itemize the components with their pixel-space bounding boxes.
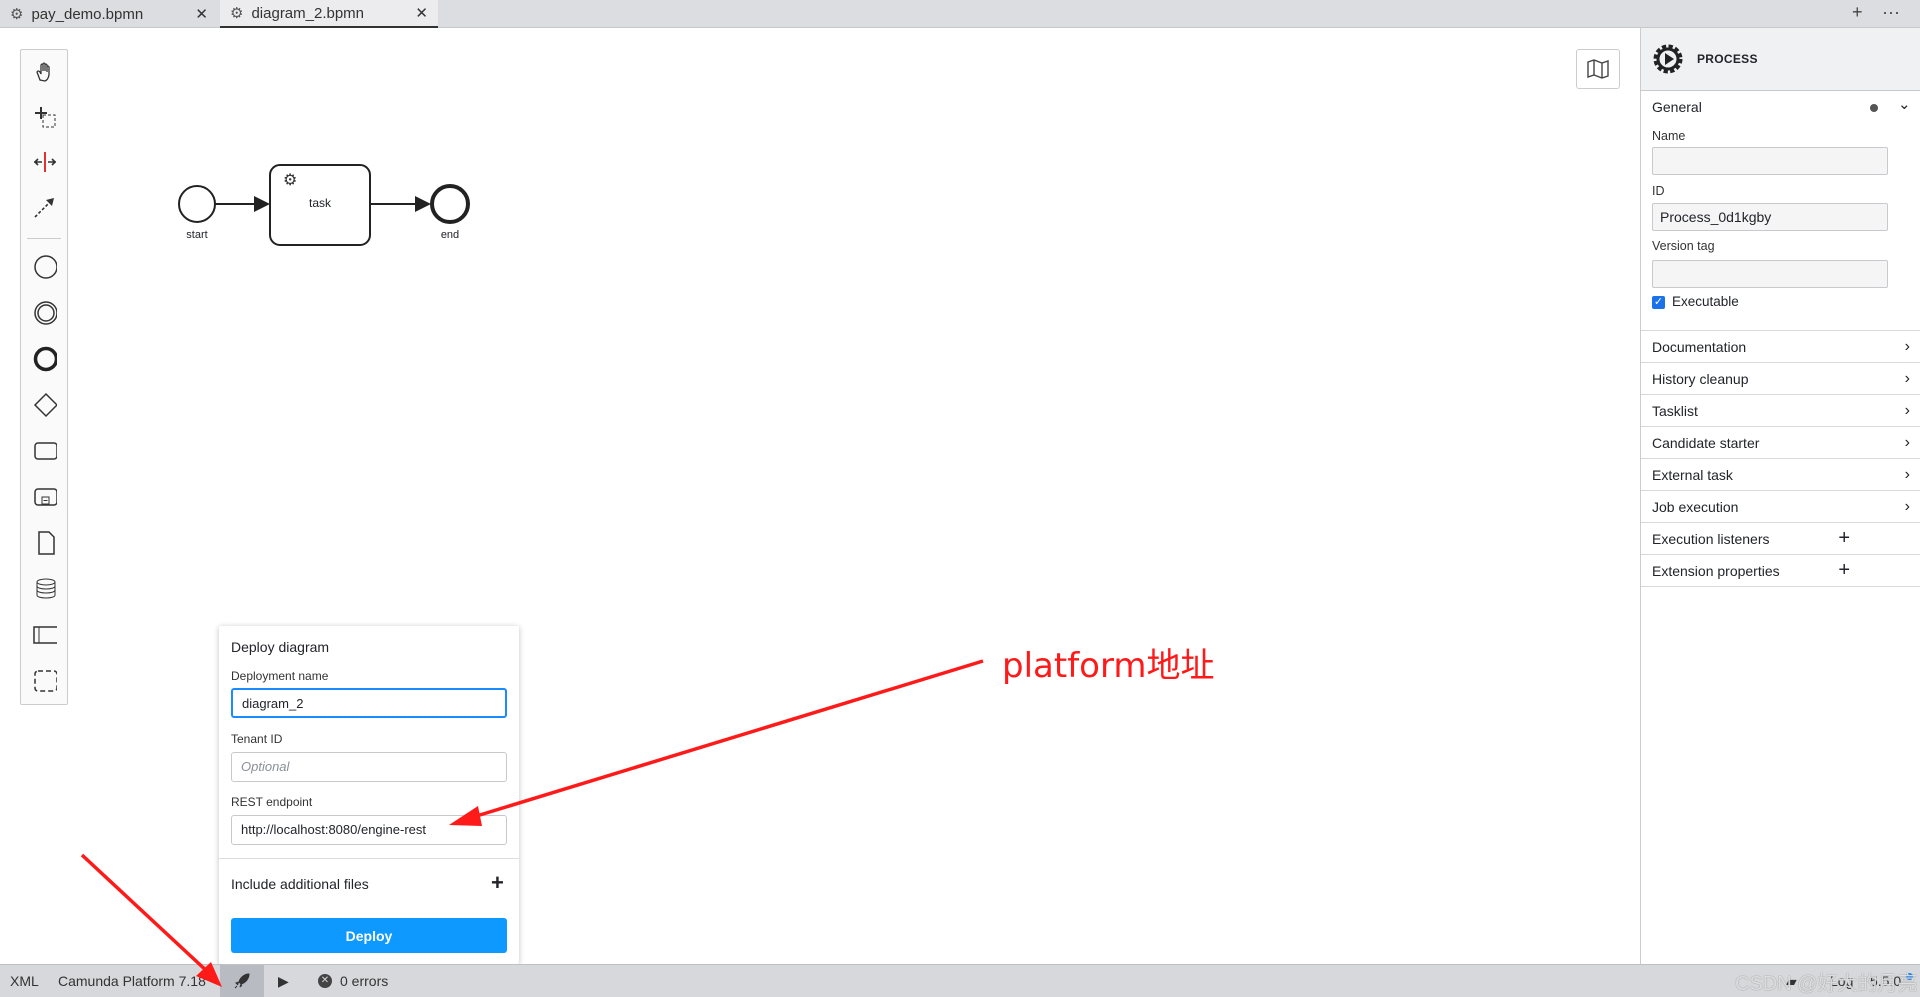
end-label: end <box>440 229 460 241</box>
chevron-right-icon: › <box>1904 497 1910 515</box>
chevron-right-icon: › <box>1904 369 1910 387</box>
group-icon[interactable] <box>33 669 57 693</box>
group-label: External task <box>1652 466 1733 483</box>
data-object-icon[interactable] <box>33 531 57 555</box>
executable-label: Executable <box>1672 294 1739 309</box>
rocket-icon <box>234 973 250 989</box>
gateway-icon[interactable] <box>33 392 57 418</box>
panel-header: PROCESS <box>1641 28 1920 91</box>
tenant-id-input[interactable]: Optional <box>231 752 507 782</box>
executable-checkbox[interactable]: ✓ <box>1652 296 1665 309</box>
start-instance-button[interactable]: ▶ <box>278 965 289 997</box>
deploy-title: Deploy diagram <box>231 639 330 655</box>
map-icon <box>1587 59 1609 79</box>
rest-endpoint-label: REST endpoint <box>231 795 313 809</box>
play-icon: ▶ <box>278 972 289 989</box>
include-files-label[interactable]: Include additional files <box>231 876 369 892</box>
properties-panel: PROCESS General ⌄ Name ID Process_0d1kgb… <box>1640 28 1920 964</box>
bpmn-diagram: ⚙ <box>178 164 470 246</box>
subprocess-icon[interactable] <box>33 485 57 509</box>
group-execution-listeners[interactable]: Execution listeners + <box>1641 523 1920 555</box>
xml-button[interactable]: XML <box>10 965 39 997</box>
error-icon: ✕ <box>318 974 332 988</box>
version-tag-input[interactable] <box>1652 260 1888 288</box>
pool-icon[interactable] <box>33 623 57 647</box>
dot-indicator <box>1870 104 1878 112</box>
annotation-arrow-endpoint <box>469 659 984 820</box>
deploy-rocket-button[interactable] <box>220 965 264 997</box>
plus-icon[interactable]: + <box>1838 559 1850 582</box>
group-history-cleanup[interactable]: History cleanup › <box>1641 363 1920 395</box>
watermark: CSDN @好大的月亮 <box>1735 972 1918 995</box>
chevron-right-icon: › <box>1904 337 1910 355</box>
chevron-right-icon: › <box>1904 433 1910 451</box>
group-label: Job execution <box>1652 498 1739 515</box>
chevron-down-icon[interactable]: ⌄ <box>1898 95 1911 113</box>
deploy-diagram-popup: Deploy diagram Deployment name diagram_2… <box>219 626 519 964</box>
annotation-arrow-deploy <box>80 853 212 976</box>
group-label: Candidate starter <box>1652 434 1760 451</box>
divider <box>219 858 519 859</box>
general-section-title[interactable]: General <box>1652 99 1702 115</box>
id-label: ID <box>1652 184 1665 198</box>
start-label: start <box>186 229 208 241</box>
tenant-id-label: Tenant ID <box>231 732 283 746</box>
group-extension-properties[interactable]: Extension properties + <box>1641 555 1920 587</box>
start-event[interactable] <box>178 185 216 223</box>
group-documentation[interactable]: Documentation › <box>1641 331 1920 363</box>
plus-icon[interactable]: + <box>1838 527 1850 550</box>
name-label: Name <box>1652 129 1686 143</box>
process-gear-icon <box>1653 44 1683 74</box>
group-label: Tasklist <box>1652 402 1698 419</box>
group-label: History cleanup <box>1652 370 1749 387</box>
deployment-name-input[interactable]: diagram_2 <box>231 688 507 718</box>
errors-count: 0 errors <box>340 973 389 989</box>
gear-icon: ⚙ <box>283 172 297 189</box>
more-button[interactable]: ··· <box>1882 2 1900 23</box>
version-tag-label: Version tag <box>1652 239 1715 253</box>
end-event-icon[interactable] <box>33 346 57 372</box>
add-tab-button[interactable]: + <box>1852 2 1863 23</box>
group-job-execution[interactable]: Job execution › <box>1641 491 1920 523</box>
deployment-name-label: Deployment name <box>231 669 329 683</box>
status-bar: XML Camunda Platform 7.18 ▶ ✕ 0 errors ▰ … <box>0 964 1920 997</box>
group-external-task[interactable]: External task › <box>1641 459 1920 491</box>
annotation-text: platform地址 <box>1002 646 1215 686</box>
task-label: task <box>308 196 331 210</box>
deploy-button[interactable]: Deploy <box>231 918 507 953</box>
end-event[interactable] <box>430 184 470 224</box>
chevron-right-icon: › <box>1904 465 1910 483</box>
rest-endpoint-input[interactable]: http://localhost:8080/engine-rest <box>231 815 507 845</box>
intermediate-event-icon[interactable] <box>33 301 57 325</box>
chevron-right-icon: › <box>1904 401 1910 419</box>
minimap-toggle-button[interactable] <box>1576 49 1620 89</box>
task-icon[interactable] <box>33 439 57 463</box>
group-tasklist[interactable]: Tasklist › <box>1641 395 1920 427</box>
plus-icon[interactable]: + <box>491 870 504 896</box>
id-input[interactable]: Process_0d1kgby <box>1652 203 1888 231</box>
errors-indicator[interactable]: ✕ 0 errors <box>318 965 388 997</box>
group-label: Execution listeners <box>1652 530 1770 547</box>
name-input[interactable] <box>1652 147 1888 175</box>
platform-version[interactable]: Camunda Platform 7.18 <box>58 965 206 997</box>
panel-title: PROCESS <box>1697 52 1758 66</box>
group-label: Extension properties <box>1652 562 1780 579</box>
data-store-icon[interactable] <box>33 577 57 601</box>
group-label: Documentation <box>1652 338 1747 355</box>
group-candidate-starter[interactable]: Candidate starter › <box>1641 427 1920 459</box>
